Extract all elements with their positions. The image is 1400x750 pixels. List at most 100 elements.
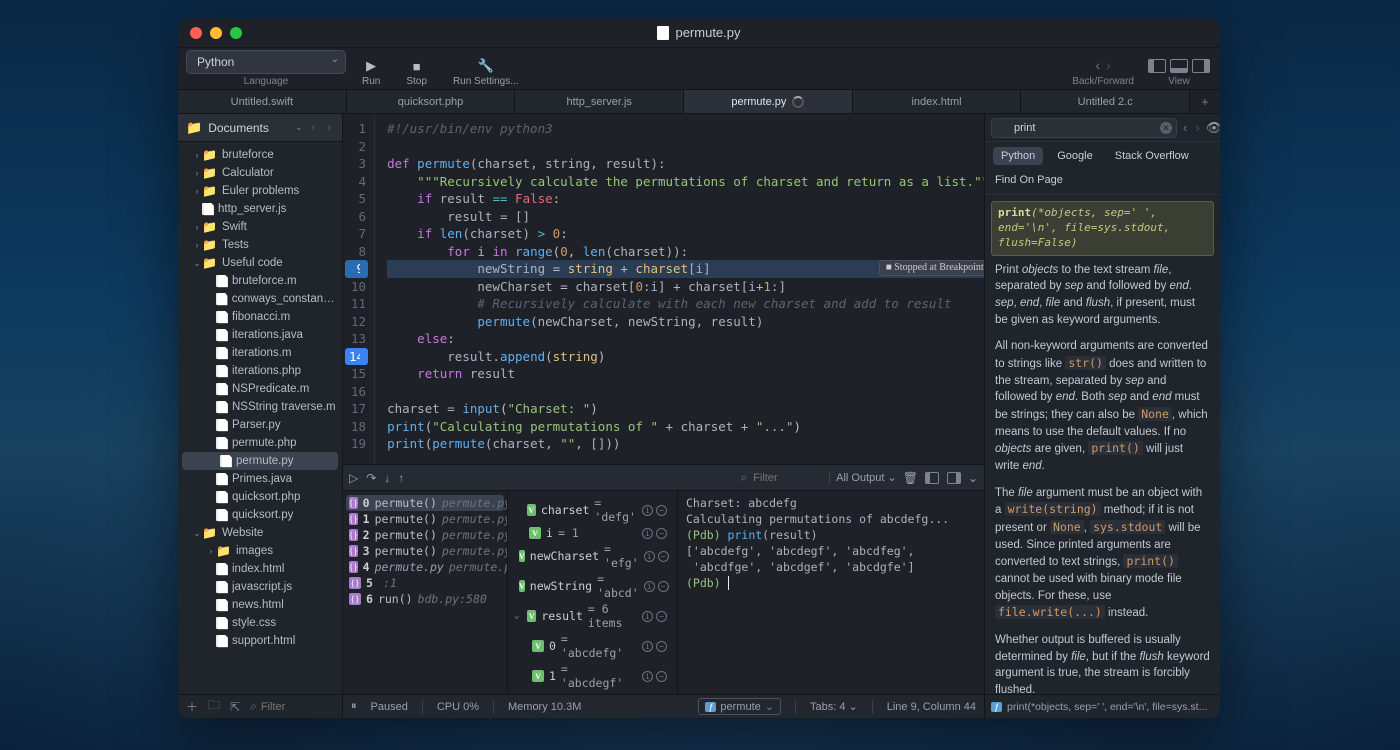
file-parser-py[interactable]: Parser.py (178, 416, 342, 434)
language-select[interactable]: Python (186, 50, 346, 74)
toggle-right-pane-button[interactable] (1192, 59, 1210, 73)
stack-frame[interactable]: {}1 permute() permute.py:12 (349, 511, 501, 527)
line-number[interactable]: 13 (347, 330, 366, 348)
toggle-bottom-pane-button[interactable] (1170, 59, 1188, 73)
line-number[interactable]: 18 (347, 418, 366, 436)
file-news-html[interactable]: news.html (178, 596, 342, 614)
line-number[interactable]: 17 (347, 400, 366, 418)
continue-button[interactable]: ▷ (349, 471, 358, 485)
stop-button[interactable]: ■ Stop (396, 59, 437, 87)
line-gutter[interactable]: 12345678910111213141516171819 (343, 114, 375, 464)
line-number[interactable]: 6 (347, 208, 366, 226)
line-number[interactable]: 8 (347, 243, 366, 261)
zoom-window-button[interactable] (230, 27, 242, 39)
variable-row[interactable]: V newCharset = 'efg'i− (514, 541, 671, 571)
add-file-button[interactable]: ＋ (186, 698, 198, 715)
sidebar-header[interactable]: 📁 Documents ⌄ ‹ › (178, 114, 342, 142)
find-on-page-link[interactable]: Find On Page (985, 170, 1220, 195)
remove-icon[interactable]: − (658, 581, 669, 592)
variable-row[interactable]: V 1 = 'abcdegf'i− (514, 661, 671, 691)
pause-icon[interactable]: ⏸ (351, 700, 357, 713)
run-button[interactable]: ▶ Run (352, 59, 390, 87)
debug-filter-input[interactable] (753, 472, 823, 484)
folder-images[interactable]: ›📁images (178, 542, 342, 560)
tab-quicksort-php[interactable]: quicksort.php (347, 90, 516, 113)
line-number[interactable]: 10 (347, 278, 366, 296)
back-button[interactable]: ‹ (1092, 57, 1103, 73)
remove-icon[interactable]: − (658, 551, 669, 562)
stack-frame[interactable]: {}6 run() bdb.py:580 (349, 591, 501, 607)
file-quicksort-php[interactable]: quicksort.php (178, 488, 342, 506)
file-fibonacci-m[interactable]: fibonacci.m (178, 308, 342, 326)
add-tab-button[interactable]: + (1190, 90, 1220, 113)
tab-permute-py[interactable]: permute.py (684, 90, 853, 113)
debug-left-pane-button[interactable] (925, 472, 939, 484)
tab-index-html[interactable]: index.html (853, 90, 1022, 113)
line-number[interactable]: 14 (345, 348, 368, 366)
info-icon[interactable]: i (642, 641, 653, 652)
info-icon[interactable]: i (644, 551, 655, 562)
step-out-button[interactable]: ↑ (398, 471, 404, 485)
file-permute-py[interactable]: permute.py (182, 452, 338, 470)
info-icon[interactable]: i (642, 528, 653, 539)
docs-tab-python[interactable]: Python (993, 147, 1043, 165)
folder-useful-code[interactable]: ⌄📁Useful code (178, 254, 342, 272)
close-window-button[interactable] (190, 27, 202, 39)
file-support-html[interactable]: support.html (178, 632, 342, 650)
debug-console[interactable]: Charset: abcdefgCalculating permutations… (678, 491, 984, 694)
tab-http_server-js[interactable]: http_server.js (515, 90, 684, 113)
docs-forward-button[interactable]: › (1193, 120, 1201, 135)
sidebar-filter-input[interactable] (261, 701, 321, 713)
file-style-css[interactable]: style.css (178, 614, 342, 632)
remove-icon[interactable]: − (656, 505, 667, 516)
file-iterations-java[interactable]: iterations.java (178, 326, 342, 344)
sidebar-forward-button[interactable]: › (324, 122, 334, 134)
remove-icon[interactable]: − (656, 611, 667, 622)
line-number[interactable]: 15 (347, 365, 366, 383)
sidebar-back-button[interactable]: ‹ (309, 122, 319, 134)
clear-search-button[interactable]: ✕ (1160, 122, 1172, 134)
line-number[interactable]: 12 (347, 313, 366, 331)
tab-untitled-2-c[interactable]: Untitled 2.c (1021, 90, 1190, 113)
file-javascript-js[interactable]: javascript.js (178, 578, 342, 596)
info-icon[interactable]: i (642, 505, 653, 516)
folder-bruteforce[interactable]: ›📁bruteforce (178, 146, 342, 164)
symbol-navigator[interactable]: ƒpermute ⌄ (698, 698, 781, 715)
line-number[interactable]: 4 (347, 173, 366, 191)
stack-frame[interactable]: {}5 :1 (349, 575, 501, 591)
folder-swift[interactable]: ›📁Swift (178, 218, 342, 236)
docs-tab-google[interactable]: Google (1049, 147, 1100, 165)
folder-tests[interactable]: ›📁Tests (178, 236, 342, 254)
step-into-button[interactable]: ↓ (384, 471, 390, 485)
file-quicksort-py[interactable]: quicksort.py (178, 506, 342, 524)
remove-icon[interactable]: − (656, 528, 667, 539)
output-selector[interactable]: All Output ⌄ (836, 471, 897, 484)
file-nsstring-traverse-m[interactable]: NSString traverse.m (178, 398, 342, 416)
tab-untitled-swift[interactable]: Untitled.swift (178, 90, 347, 113)
file-primes-java[interactable]: Primes.java (178, 470, 342, 488)
minimize-window-button[interactable] (210, 27, 222, 39)
disclosure-icon[interactable]: ⌄ (514, 611, 522, 621)
file-conways_constant-m[interactable]: conways_constant.m (178, 290, 342, 308)
stack-frame[interactable]: {}3 permute() permute.py:12 (349, 543, 501, 559)
line-number[interactable]: 9 (345, 260, 368, 278)
folder-euler-problems[interactable]: ›📁Euler problems (178, 182, 342, 200)
code-content[interactable]: #!/usr/bin/env python3def permute(charse… (375, 114, 984, 464)
variable-row[interactable]: V newString = 'abcd'i− (514, 571, 671, 601)
line-number[interactable]: 11 (347, 295, 366, 313)
file-iterations-php[interactable]: iterations.php (178, 362, 342, 380)
status-tabs[interactable]: Tabs: 4 ⌄ (810, 700, 858, 713)
stack-frame[interactable]: {}4 permute.py permute.py:19 (349, 559, 501, 575)
line-number[interactable]: 2 (347, 138, 366, 156)
folder-website[interactable]: ⌄📁Website (178, 524, 342, 542)
clear-output-button[interactable]: 🗑 (903, 471, 918, 485)
step-over-button[interactable]: ↷ (366, 471, 376, 485)
variable-row[interactable]: V 0 = 'abcdefg'i− (514, 631, 671, 661)
file-http_server-js[interactable]: http_server.js (178, 200, 342, 218)
variable-row[interactable]: V charset = 'defg'i− (514, 495, 671, 525)
info-icon[interactable]: i (642, 671, 653, 682)
watch-toggle-button[interactable]: 👁 (1206, 120, 1220, 136)
file-nspredicate-m[interactable]: NSPredicate.m (178, 380, 342, 398)
line-number[interactable]: 5 (347, 190, 366, 208)
line-number[interactable]: 7 (347, 225, 366, 243)
